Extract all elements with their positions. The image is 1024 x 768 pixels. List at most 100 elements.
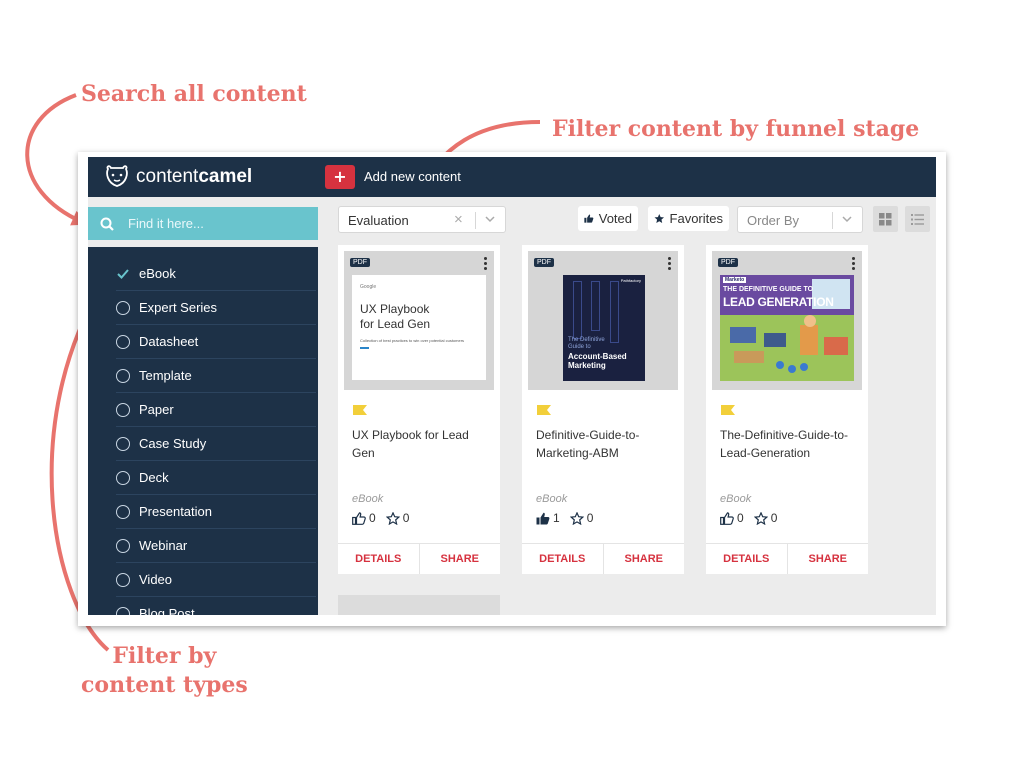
cover-title-line: UX Playbook <box>360 302 430 316</box>
sidebar-item-webinar[interactable]: Webinar <box>116 529 316 563</box>
cover-graphic <box>610 281 619 343</box>
cover-graphic <box>573 281 582 339</box>
funnel-stage-select[interactable]: Evaluation × <box>338 206 506 233</box>
card-stats: 1 0 <box>536 511 603 525</box>
grid-view-button[interactable] <box>873 206 898 232</box>
select-divider <box>475 212 476 229</box>
sidebar-item-presentation[interactable]: Presentation <box>116 495 316 529</box>
card-content-type: eBook <box>536 493 568 505</box>
radio-circle-icon <box>116 504 130 519</box>
sidebar-item-ebook[interactable]: eBook <box>116 257 316 291</box>
favorites-filter-button[interactable]: Favorites <box>648 206 729 231</box>
logo-text-light: content <box>136 166 199 187</box>
cover-title-line: Guide to <box>568 344 591 350</box>
star-outline-icon[interactable] <box>385 511 400 525</box>
radio-circle-icon <box>116 334 130 349</box>
card-title[interactable]: The-Definitive-Guide-to-Lead-Generation <box>720 426 860 462</box>
share-button[interactable]: SHARE <box>604 544 685 574</box>
sidebar-item-expert-series[interactable]: Expert Series <box>116 291 316 325</box>
content-card[interactable]: PDF Marketo THE DEFINITIVE GUIDE TO LEAD… <box>706 245 868 574</box>
add-content-button[interactable]: + <box>325 165 355 189</box>
more-options-icon[interactable] <box>484 257 488 272</box>
cover-accent-bar <box>360 347 369 349</box>
card-title[interactable]: Definitive-Guide-to-Marketing-ABM <box>536 426 676 462</box>
stage-flag-icon <box>721 405 735 415</box>
checkmark-icon <box>116 267 130 281</box>
star-count: 0 <box>586 511 594 525</box>
annotation-search: Search all content <box>81 81 307 107</box>
share-button[interactable]: SHARE <box>788 544 869 574</box>
clear-icon[interactable]: × <box>454 211 463 228</box>
search-bar <box>88 207 318 240</box>
sidebar-item-label: Blog Post <box>139 606 195 615</box>
star-icon <box>654 213 665 223</box>
more-options-icon[interactable] <box>852 257 856 272</box>
sidebar-item-label: Presentation <box>139 504 212 519</box>
card-content-type: eBook <box>720 493 752 505</box>
list-view-button[interactable] <box>905 206 930 232</box>
radio-circle-icon <box>116 572 130 587</box>
thumbs-up-filled-icon[interactable] <box>536 512 550 525</box>
stage-flag-icon <box>353 405 367 415</box>
voted-label: Voted <box>598 211 632 226</box>
arrow-search <box>25 93 88 226</box>
radio-circle-icon <box>116 470 130 485</box>
details-button[interactable]: DETAILS <box>338 544 420 574</box>
star-outline-icon[interactable] <box>753 511 768 525</box>
radio-circle-icon <box>116 538 130 553</box>
sidebar-item-label: Video <box>139 572 173 587</box>
order-by-select[interactable]: Order By <box>737 206 863 233</box>
sidebar-item-label: Deck <box>139 470 169 485</box>
details-button[interactable]: DETAILS <box>706 544 788 574</box>
card-thumbnail[interactable]: PDF Pathfactory The Definitive Guide to … <box>528 251 678 390</box>
annotation-content-types: Filter by content types <box>81 642 248 700</box>
card-actions: DETAILS SHARE <box>338 543 500 574</box>
funnel-stage-value: Evaluation <box>348 213 409 228</box>
card-thumbnail[interactable]: PDF Google UX Playbook for Lead Gen Coll… <box>344 251 494 390</box>
card-title[interactable]: UX Playbook for Lead Gen <box>352 426 492 462</box>
sidebar-item-case-study[interactable]: Case Study <box>116 427 316 461</box>
content-card[interactable]: PDF Pathfactory The Definitive Guide to … <box>522 245 684 574</box>
cover-title: Account-Based Marketing <box>568 352 627 370</box>
search-input[interactable] <box>128 216 298 231</box>
annotation-types-line1: Filter by <box>112 643 217 669</box>
thumbs-up-outline-icon[interactable] <box>352 511 366 525</box>
app-screenshot-frame: contentcamel + Add new content eBook <box>78 152 946 626</box>
card-thumbnail[interactable]: PDF Marketo THE DEFINITIVE GUIDE TO LEAD… <box>712 251 862 390</box>
annotation-types-line2: content types <box>81 672 248 698</box>
share-button[interactable]: SHARE <box>420 544 501 574</box>
star-outline-icon[interactable] <box>569 511 584 525</box>
ebook-cover: Marketo THE DEFINITIVE GUIDE TO LEAD GEN… <box>720 275 854 381</box>
content-type-sidebar: eBook Expert Series Datasheet Template P… <box>88 247 318 615</box>
voted-filter-button[interactable]: Voted <box>578 206 638 231</box>
content-card[interactable]: PDF Google UX Playbook for Lead Gen Coll… <box>338 245 500 574</box>
thumbs-up-outline-icon[interactable] <box>720 511 734 525</box>
app-logo[interactable]: content camel <box>104 165 252 189</box>
cover-brand: Google <box>360 284 377 290</box>
sidebar-item-deck[interactable]: Deck <box>116 461 316 495</box>
card-content-type: eBook <box>352 493 384 505</box>
more-options-icon[interactable] <box>668 257 672 272</box>
cover-title-line: Marketing <box>568 361 606 370</box>
chevron-down-icon[interactable] <box>484 214 496 224</box>
grid-view-icon <box>879 212 892 225</box>
select-divider <box>832 212 833 229</box>
sidebar-item-video[interactable]: Video <box>116 563 316 597</box>
sidebar-item-blog-post[interactable]: Blog Post <box>116 597 316 615</box>
card-actions: DETAILS SHARE <box>706 543 868 574</box>
sidebar-item-label: eBook <box>139 266 176 281</box>
cover-title: UX Playbook for Lead Gen <box>360 302 430 332</box>
star-count: 0 <box>402 511 410 525</box>
card-stats: 0 0 <box>720 511 787 525</box>
sidebar-item-template[interactable]: Template <box>116 359 316 393</box>
content-card-partial[interactable] <box>338 595 500 615</box>
radio-circle-icon <box>116 606 130 615</box>
cover-subtitle: THE DEFINITIVE GUIDE TO <box>723 286 814 293</box>
order-by-placeholder: Order By <box>747 213 800 228</box>
sidebar-item-datasheet[interactable]: Datasheet <box>116 325 316 359</box>
details-button[interactable]: DETAILS <box>522 544 604 574</box>
cover-title: LEAD GENERATION <box>723 295 834 309</box>
sidebar-item-paper[interactable]: Paper <box>116 393 316 427</box>
add-content-label[interactable]: Add new content <box>364 169 461 184</box>
chevron-down-icon[interactable] <box>841 214 853 224</box>
